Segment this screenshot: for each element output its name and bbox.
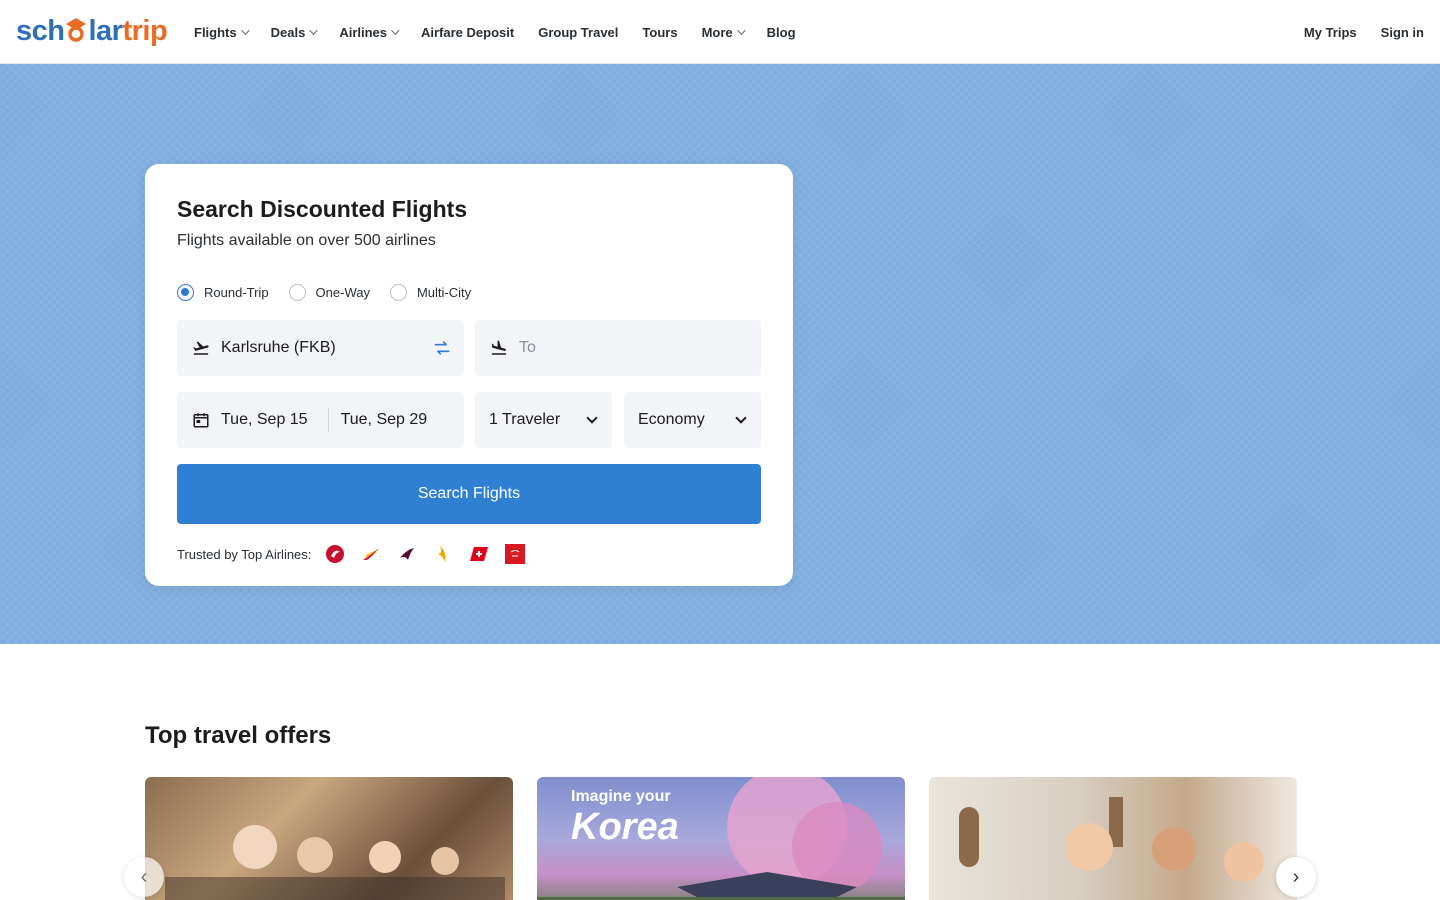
graduation-hat-icon	[65, 18, 87, 42]
singapore-airlines-logo	[433, 544, 453, 564]
return-date[interactable]: Tue, Sep 29	[341, 411, 428, 429]
plane-landing-icon	[489, 338, 509, 358]
chevron-down-icon	[735, 412, 747, 424]
chevron-down-icon	[240, 26, 250, 35]
nav-airlines[interactable]: Airlines	[339, 25, 400, 40]
flight-search-card: Search Discounted Flights Flights availa…	[145, 164, 793, 586]
travelers-value: 1 Traveler	[489, 411, 561, 428]
origin-field[interactable]: Karlsruhe (FKB)	[177, 320, 464, 376]
radio-indicator	[288, 284, 306, 301]
main-menu: Flights Deals Airlines Airfare Deposit G…	[194, 0, 820, 64]
offer-caption-small: Imagine your	[571, 788, 671, 805]
depart-date[interactable]: Tue, Sep 15	[221, 411, 308, 429]
carousel-prev-button[interactable]: ‹	[124, 857, 164, 897]
offer-image-tour-group	[165, 825, 505, 900]
chevron-right-icon: ›	[1292, 865, 1300, 888]
calendar-icon	[191, 410, 211, 430]
my-trips-link[interactable]: My Trips	[1304, 25, 1357, 40]
trusted-airlines-row: Trusted by Top Airlines:	[177, 544, 541, 564]
plane-takeoff-icon	[191, 338, 211, 358]
destination-placeholder: To	[519, 339, 536, 356]
iberia-logo	[361, 544, 381, 564]
date-divider	[327, 408, 329, 432]
carousel-next-button[interactable]: ›	[1276, 857, 1316, 897]
trip-type-selector: Round-Trip One-Way Multi-City	[177, 284, 471, 301]
search-subtitle: Flights available on over 500 airlines	[177, 232, 436, 249]
nav-group-travel[interactable]: Group Travel	[538, 25, 618, 40]
turkish-airlines-logo	[325, 544, 345, 564]
cabin-value: Economy	[638, 411, 705, 428]
nav-blog[interactable]: Blog	[767, 25, 796, 40]
chevron-left-icon: ‹	[140, 865, 148, 888]
trusted-label: Trusted by Top Airlines:	[177, 546, 312, 562]
emirates-logo	[505, 544, 526, 564]
qatar-airways-logo	[397, 544, 417, 564]
multi-city-radio[interactable]: Multi-City	[389, 284, 471, 301]
nav-tours[interactable]: Tours	[642, 25, 677, 40]
nav-deals[interactable]: Deals	[271, 25, 318, 40]
search-flights-button[interactable]: Search Flights	[177, 464, 761, 524]
nav-flights[interactable]: Flights	[194, 25, 250, 40]
offers-heading: Top travel offers	[145, 722, 332, 749]
account-links: My Trips Sign in	[1304, 0, 1424, 64]
swiss-logo	[469, 544, 489, 564]
date-range-field[interactable]: Tue, Sep 15 Tue, Sep 29	[177, 392, 464, 448]
sign-in-link[interactable]: Sign in	[1381, 25, 1424, 40]
offer-card[interactable]	[929, 777, 1297, 900]
offer-caption-big: Korea	[571, 806, 679, 848]
offer-card[interactable]	[145, 777, 513, 900]
offer-card[interactable]: Imagine your Korea	[537, 777, 905, 900]
scholartrip-logo[interactable]: sch lar trip	[16, 14, 168, 48]
search-title: Search Discounted Flights	[177, 196, 468, 222]
travelers-dropdown[interactable]: 1 Traveler	[475, 392, 612, 448]
chevron-down-icon	[391, 26, 400, 35]
top-navbar: sch lar trip Flights Deals Airlines Airf…	[0, 0, 1440, 64]
chevron-down-icon	[586, 412, 598, 424]
one-way-radio[interactable]: One-Way	[288, 284, 370, 301]
nav-more[interactable]: More	[702, 25, 746, 40]
radio-indicator	[177, 284, 194, 301]
swap-arrows-icon[interactable]	[432, 338, 452, 358]
destination-field[interactable]: To	[475, 320, 761, 376]
nav-airfare-deposit[interactable]: Airfare Deposit	[421, 25, 514, 40]
chevron-down-icon	[309, 26, 318, 35]
chevron-down-icon	[736, 26, 746, 35]
cabin-class-dropdown[interactable]: Economy	[624, 392, 761, 448]
round-trip-radio[interactable]: Round-Trip	[177, 284, 269, 301]
offer-image-friends	[959, 797, 1264, 882]
radio-indicator	[389, 284, 407, 301]
origin-value: Karlsruhe (FKB)	[221, 339, 336, 356]
